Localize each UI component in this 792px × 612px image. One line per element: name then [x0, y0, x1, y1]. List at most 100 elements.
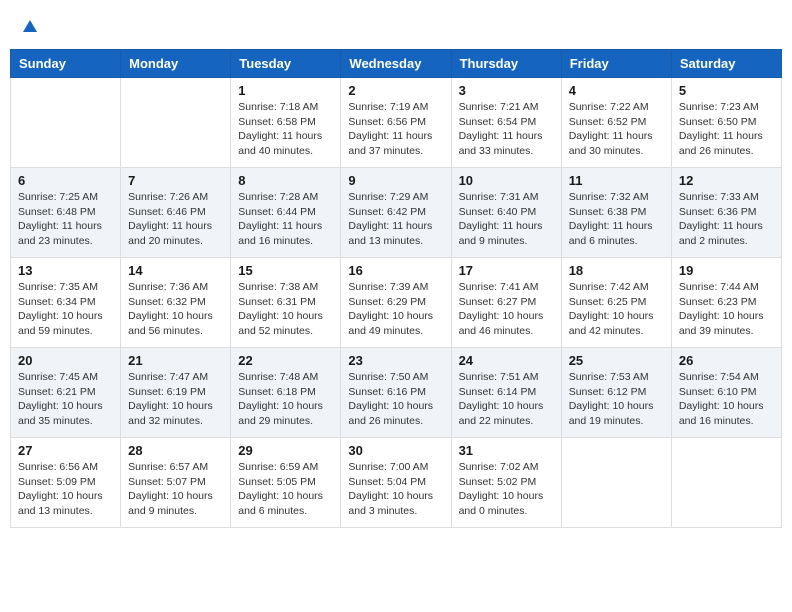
calendar-cell — [561, 438, 671, 528]
calendar-cell: 14 Sunrise: 7:36 AMSunset: 6:32 PMDayligh… — [121, 258, 231, 348]
day-info: Sunrise: 6:56 AMSunset: 5:09 PMDaylight:… — [18, 460, 113, 519]
day-info: Sunrise: 7:54 AMSunset: 6:10 PMDaylight:… — [679, 370, 774, 429]
calendar-cell: 7 Sunrise: 7:26 AMSunset: 6:46 PMDaylight… — [121, 168, 231, 258]
day-number: 24 — [459, 353, 554, 368]
day-info: Sunrise: 7:23 AMSunset: 6:50 PMDaylight:… — [679, 100, 774, 159]
day-info: Sunrise: 7:39 AMSunset: 6:29 PMDaylight:… — [348, 280, 443, 339]
day-number: 19 — [679, 263, 774, 278]
calendar-dow-friday: Friday — [561, 50, 671, 78]
calendar-cell: 1 Sunrise: 7:18 AMSunset: 6:58 PMDaylight… — [231, 78, 341, 168]
calendar-week-row: 1 Sunrise: 7:18 AMSunset: 6:58 PMDaylight… — [11, 78, 782, 168]
page-header — [10, 10, 782, 39]
calendar-week-row: 13 Sunrise: 7:35 AMSunset: 6:34 PMDayligh… — [11, 258, 782, 348]
day-info: Sunrise: 7:36 AMSunset: 6:32 PMDaylight:… — [128, 280, 223, 339]
calendar-cell: 23 Sunrise: 7:50 AMSunset: 6:16 PMDayligh… — [341, 348, 451, 438]
day-info: Sunrise: 7:25 AMSunset: 6:48 PMDaylight:… — [18, 190, 113, 249]
day-info: Sunrise: 7:50 AMSunset: 6:16 PMDaylight:… — [348, 370, 443, 429]
calendar-dow-wednesday: Wednesday — [341, 50, 451, 78]
calendar-cell: 21 Sunrise: 7:47 AMSunset: 6:19 PMDayligh… — [121, 348, 231, 438]
day-number: 14 — [128, 263, 223, 278]
day-number: 21 — [128, 353, 223, 368]
calendar-cell: 13 Sunrise: 7:35 AMSunset: 6:34 PMDayligh… — [11, 258, 121, 348]
calendar-cell: 30 Sunrise: 7:00 AMSunset: 5:04 PMDayligh… — [341, 438, 451, 528]
day-number: 18 — [569, 263, 664, 278]
day-info: Sunrise: 7:44 AMSunset: 6:23 PMDaylight:… — [679, 280, 774, 339]
day-number: 5 — [679, 83, 774, 98]
calendar-cell: 29 Sunrise: 6:59 AMSunset: 5:05 PMDayligh… — [231, 438, 341, 528]
calendar-cell: 31Sunrise: 7:02 AMSunset: 5:02 PMDayligh… — [451, 438, 561, 528]
calendar-cell: 22 Sunrise: 7:48 AMSunset: 6:18 PMDayligh… — [231, 348, 341, 438]
day-number: 13 — [18, 263, 113, 278]
day-info: Sunrise: 7:19 AMSunset: 6:56 PMDaylight:… — [348, 100, 443, 159]
calendar-cell: 25Sunrise: 7:53 AMSunset: 6:12 PMDayligh… — [561, 348, 671, 438]
day-info: Sunrise: 7:41 AMSunset: 6:27 PMDaylight:… — [459, 280, 554, 339]
day-info: Sunrise: 7:31 AMSunset: 6:40 PMDaylight:… — [459, 190, 554, 249]
day-info: Sunrise: 7:28 AMSunset: 6:44 PMDaylight:… — [238, 190, 333, 249]
calendar-dow-thursday: Thursday — [451, 50, 561, 78]
day-number: 11 — [569, 173, 664, 188]
day-info: Sunrise: 7:02 AMSunset: 5:02 PMDaylight:… — [459, 460, 554, 519]
day-number: 1 — [238, 83, 333, 98]
day-info: Sunrise: 7:45 AMSunset: 6:21 PMDaylight:… — [18, 370, 113, 429]
calendar-cell: 9 Sunrise: 7:29 AMSunset: 6:42 PMDaylight… — [341, 168, 451, 258]
day-info: Sunrise: 7:48 AMSunset: 6:18 PMDaylight:… — [238, 370, 333, 429]
day-number: 15 — [238, 263, 333, 278]
day-info: Sunrise: 6:57 AMSunset: 5:07 PMDaylight:… — [128, 460, 223, 519]
calendar-cell: 2Sunrise: 7:19 AMSunset: 6:56 PMDaylight… — [341, 78, 451, 168]
day-info: Sunrise: 7:53 AMSunset: 6:12 PMDaylight:… — [569, 370, 664, 429]
day-info: Sunrise: 7:33 AMSunset: 6:36 PMDaylight:… — [679, 190, 774, 249]
calendar-cell: 19 Sunrise: 7:44 AMSunset: 6:23 PMDayligh… — [671, 258, 781, 348]
calendar-cell: 6 Sunrise: 7:25 AMSunset: 6:48 PMDaylight… — [11, 168, 121, 258]
calendar-header-row: SundayMondayTuesdayWednesdayThursdayFrid… — [11, 50, 782, 78]
day-info: Sunrise: 6:59 AMSunset: 5:05 PMDaylight:… — [238, 460, 333, 519]
day-number: 22 — [238, 353, 333, 368]
calendar-cell: 10Sunrise: 7:31 AMSunset: 6:40 PMDayligh… — [451, 168, 561, 258]
calendar-cell: 12 Sunrise: 7:33 AMSunset: 6:36 PMDayligh… — [671, 168, 781, 258]
calendar-dow-sunday: Sunday — [11, 50, 121, 78]
calendar-cell: 11 Sunrise: 7:32 AMSunset: 6:38 PMDayligh… — [561, 168, 671, 258]
calendar-cell: 4Sunrise: 7:22 AMSunset: 6:52 PMDaylight… — [561, 78, 671, 168]
calendar-table: SundayMondayTuesdayWednesdayThursdayFrid… — [10, 49, 782, 528]
calendar-dow-tuesday: Tuesday — [231, 50, 341, 78]
day-number: 28 — [128, 443, 223, 458]
calendar-cell — [11, 78, 121, 168]
calendar-dow-monday: Monday — [121, 50, 231, 78]
day-number: 16 — [348, 263, 443, 278]
day-number: 6 — [18, 173, 113, 188]
day-number: 23 — [348, 353, 443, 368]
day-number: 27 — [18, 443, 113, 458]
day-number: 12 — [679, 173, 774, 188]
calendar-cell — [121, 78, 231, 168]
day-info: Sunrise: 7:00 AMSunset: 5:04 PMDaylight:… — [348, 460, 443, 519]
day-info: Sunrise: 7:22 AMSunset: 6:52 PMDaylight:… — [569, 100, 664, 159]
day-info: Sunrise: 7:26 AMSunset: 6:46 PMDaylight:… — [128, 190, 223, 249]
calendar-cell: 27 Sunrise: 6:56 AMSunset: 5:09 PMDayligh… — [11, 438, 121, 528]
calendar-cell: 16 Sunrise: 7:39 AMSunset: 6:29 PMDayligh… — [341, 258, 451, 348]
calendar-cell — [671, 438, 781, 528]
day-info: Sunrise: 7:29 AMSunset: 6:42 PMDaylight:… — [348, 190, 443, 249]
calendar-cell: 24Sunrise: 7:51 AMSunset: 6:14 PMDayligh… — [451, 348, 561, 438]
day-number: 20 — [18, 353, 113, 368]
calendar-cell: 26 Sunrise: 7:54 AMSunset: 6:10 PMDayligh… — [671, 348, 781, 438]
logo-triangle-icon — [21, 18, 39, 36]
day-info: Sunrise: 7:35 AMSunset: 6:34 PMDaylight:… — [18, 280, 113, 339]
calendar-cell: 5 Sunrise: 7:23 AMSunset: 6:50 PMDaylight… — [671, 78, 781, 168]
day-info: Sunrise: 7:42 AMSunset: 6:25 PMDaylight:… — [569, 280, 664, 339]
calendar-cell: 20 Sunrise: 7:45 AMSunset: 6:21 PMDayligh… — [11, 348, 121, 438]
day-number: 17 — [459, 263, 554, 278]
calendar-cell: 28 Sunrise: 6:57 AMSunset: 5:07 PMDayligh… — [121, 438, 231, 528]
day-number: 7 — [128, 173, 223, 188]
day-info: Sunrise: 7:47 AMSunset: 6:19 PMDaylight:… — [128, 370, 223, 429]
day-number: 30 — [348, 443, 443, 458]
day-number: 9 — [348, 173, 443, 188]
calendar-week-row: 27 Sunrise: 6:56 AMSunset: 5:09 PMDayligh… — [11, 438, 782, 528]
day-number: 26 — [679, 353, 774, 368]
day-info: Sunrise: 7:32 AMSunset: 6:38 PMDaylight:… — [569, 190, 664, 249]
day-info: Sunrise: 7:21 AMSunset: 6:54 PMDaylight:… — [459, 100, 554, 159]
day-number: 29 — [238, 443, 333, 458]
day-info: Sunrise: 7:38 AMSunset: 6:31 PMDaylight:… — [238, 280, 333, 339]
calendar-week-row: 6 Sunrise: 7:25 AMSunset: 6:48 PMDaylight… — [11, 168, 782, 258]
day-info: Sunrise: 7:18 AMSunset: 6:58 PMDaylight:… — [238, 100, 333, 159]
day-number: 3 — [459, 83, 554, 98]
calendar-dow-saturday: Saturday — [671, 50, 781, 78]
